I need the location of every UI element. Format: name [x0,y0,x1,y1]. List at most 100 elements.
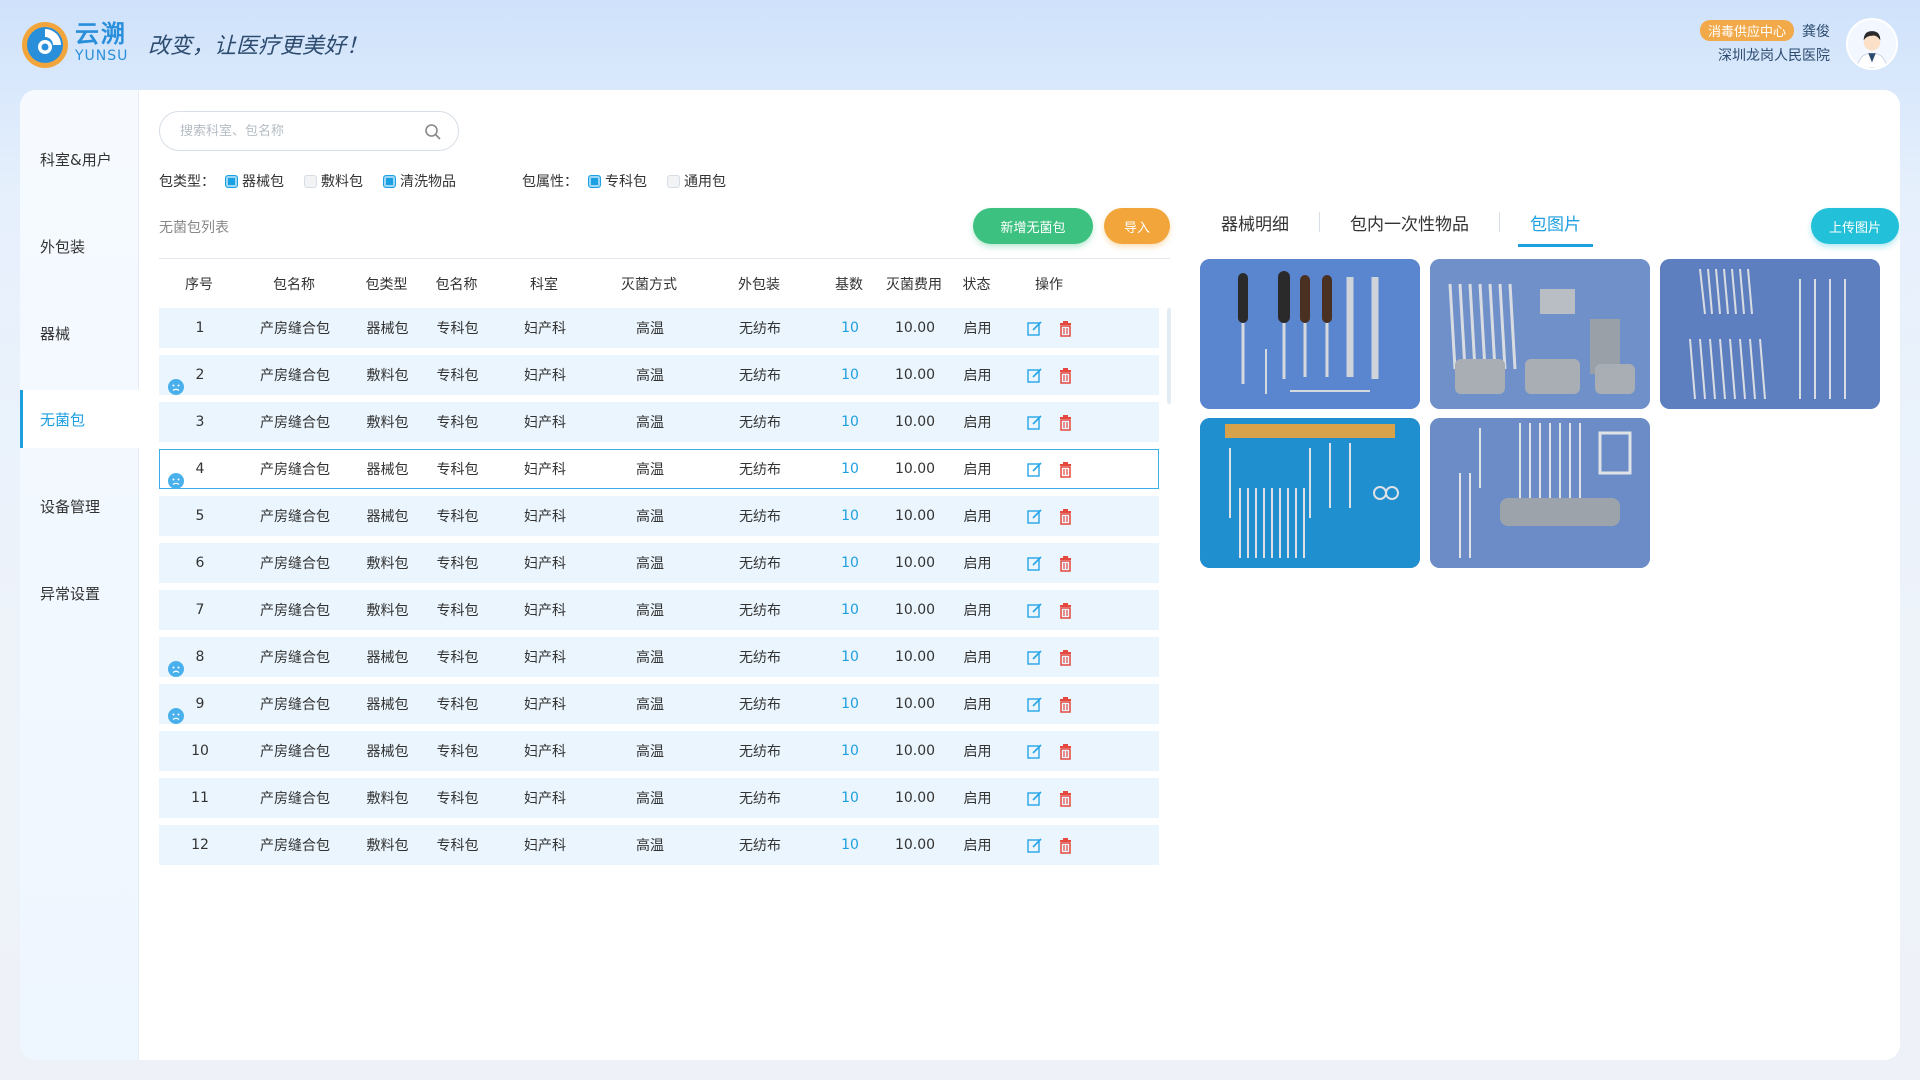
edit-icon[interactable] [1026,367,1043,384]
department-cell: 妇产科 [490,600,600,620]
table-row[interactable]: 11 产房缝合包 敷料包 专科包 妇产科 高温 无纺布 10 10.00 启用 [159,778,1159,818]
delete-icon[interactable] [1057,696,1074,713]
sterilize-method-cell: 高温 [600,788,700,808]
department: 妇产科 [524,791,566,807]
table-row[interactable]: 9 产房缝合包 器械包 专科包 妇产科 高温 无纺布 10 10.00 启用 [159,684,1159,724]
table-row[interactable]: 2 产房缝合包 敷料包 专科包 妇产科 高温 无纺布 10 10.00 启用 [159,355,1159,395]
department-cell: 妇产科 [490,506,600,526]
sterilize-fee: 10.00 [894,649,936,665]
sterilize-fee: 10.00 [894,320,936,336]
import-button[interactable]: 导入 [1104,208,1170,244]
pack-attr-cell: 专科包 [425,835,490,855]
delete-icon[interactable] [1057,743,1074,760]
sidebar-item-dept-user[interactable]: 科室&用户 [20,130,139,188]
list-title: 无菌包列表 [159,220,229,236]
edit-icon[interactable] [1026,649,1043,666]
sidebar-item-device-mgmt[interactable]: 设备管理 [20,477,139,535]
table-row[interactable]: 5 产房缝合包 器械包 专科包 妇产科 高温 无纺布 10 10.00 启用 [159,496,1159,536]
filter-cleaning-items[interactable]: 清洗物品 [383,171,456,191]
table-row[interactable]: 10 产房缝合包 器械包 专科包 妇产科 高温 无纺布 10 10.00 启用 [159,731,1159,771]
status: 启用 [963,509,992,525]
pack-name-cell: 产房缝合包 [240,459,350,479]
table-scrollbar[interactable] [1167,308,1171,404]
edit-icon[interactable] [1026,837,1043,854]
pack-name-cell: 产房缝合包 [240,506,350,526]
base-count: 10 [841,320,859,336]
filter-option-label: 专科包 [605,174,647,190]
sidebar-item-exception-settings[interactable]: 异常设置 [20,564,139,622]
add-sterile-pack-button[interactable]: 新增无菌包 [973,208,1093,244]
search-box[interactable] [159,111,459,151]
pack-name-cell: 产房缝合包 [240,835,350,855]
sterile-pack-table: 序号 包名称 包类型 包名称 科室 灭菌方式 外包装 基数 灭菌费用 状态 操作… [159,258,1170,872]
sidebar-item-sterile-pack[interactable]: 无菌包 [20,390,139,448]
delete-icon[interactable] [1057,414,1074,431]
edit-icon[interactable] [1026,508,1043,525]
sterilize-method: 高温 [636,368,664,384]
edit-icon[interactable] [1026,320,1043,337]
clamps-photo[interactable] [1430,418,1650,568]
retractors-photo[interactable] [1430,259,1650,409]
pack-type: 敷料包 [366,603,409,619]
table-row[interactable]: 12 产房缝合包 敷料包 专科包 妇产科 高温 无纺布 10 10.00 启用 [159,825,1159,865]
filter-dressing-pack[interactable]: 敷料包 [304,171,363,191]
row-index: 3 [195,414,205,430]
delete-icon[interactable] [1057,508,1074,525]
table-row[interactable]: 3 产房缝合包 敷料包 专科包 妇产科 高温 无纺布 10 10.00 启用 [159,402,1159,442]
sidebar-item-instruments[interactable]: 器械 [20,304,139,362]
table-row[interactable]: 7 产房缝合包 敷料包 专科包 妇产科 高温 无纺布 10 10.00 启用 [159,590,1159,630]
delete-icon[interactable] [1057,649,1074,666]
checkbox-checked-icon[interactable] [383,174,396,188]
status: 启用 [963,838,992,854]
table-row[interactable]: 4 产房缝合包 器械包 专科包 妇产科 高温 无纺布 10 10.00 启用 [159,449,1159,489]
edit-icon[interactable] [1026,414,1043,431]
edit-icon[interactable] [1026,696,1043,713]
edit-icon[interactable] [1026,790,1043,807]
avatar[interactable] [1846,18,1898,70]
checkbox-unchecked-icon[interactable] [667,174,680,188]
sterilize-fee-cell: 10.00 [880,649,950,665]
upload-photo-button[interactable]: 上传图片 [1811,208,1899,244]
tab-instrument-detail[interactable]: 器械明细 [1209,202,1301,242]
col-header: 灭菌费用 [886,276,942,293]
department: 妇产科 [524,368,566,384]
delete-icon[interactable] [1057,837,1074,854]
tab-pack-photos[interactable]: 包图片 [1518,202,1593,247]
delete-icon[interactable] [1057,602,1074,619]
checkbox-unchecked-icon[interactable] [304,174,317,188]
checkbox-checked-icon[interactable] [225,174,238,188]
search-icon[interactable] [424,123,442,141]
pack-attr: 专科包 [436,697,479,713]
scissors-photo[interactable] [1660,259,1880,409]
outer-wrap: 无纺布 [739,556,781,572]
edit-icon[interactable] [1026,602,1043,619]
sterilize-fee-cell: 10.00 [880,602,950,618]
pack-name: 产房缝合包 [260,509,330,525]
delete-icon[interactable] [1057,367,1074,384]
search-input[interactable] [180,123,410,139]
checkbox-checked-icon[interactable] [588,174,601,188]
status-cell: 启用 [950,459,1005,479]
forceps-photo[interactable] [1200,418,1420,568]
filter-general-pack[interactable]: 通用包 [667,171,726,191]
user-name: 龚俊 [1802,23,1830,40]
delete-icon[interactable] [1057,555,1074,572]
table-row[interactable]: 8 产房缝合包 器械包 专科包 妇产科 高温 无纺布 10 10.00 启用 [159,637,1159,677]
sterilize-method: 高温 [636,556,664,572]
delete-icon[interactable] [1057,790,1074,807]
sterilize-method-cell: 高温 [600,412,700,432]
filter-instrument-pack[interactable]: 器械包 [225,171,284,191]
edit-icon[interactable] [1026,743,1043,760]
table-row[interactable]: 1 产房缝合包 器械包 专科包 妇产科 高温 无纺布 10 10.00 启用 [159,308,1159,348]
edit-icon[interactable] [1026,461,1043,478]
sidebar-item-outer-wrap[interactable]: 外包装 [20,217,139,275]
table-row[interactable]: 6 产房缝合包 敷料包 专科包 妇产科 高温 无纺布 10 10.00 启用 [159,543,1159,583]
pack-attr-cell: 专科包 [425,459,490,479]
delete-icon[interactable] [1057,461,1074,478]
delete-icon[interactable] [1057,320,1074,337]
outer-wrap: 无纺布 [739,650,781,666]
tab-disposables[interactable]: 包内一次性物品 [1338,202,1481,242]
edit-icon[interactable] [1026,555,1043,572]
surgical-tools-photo[interactable] [1200,259,1420,409]
filter-specialty-pack[interactable]: 专科包 [588,171,647,191]
